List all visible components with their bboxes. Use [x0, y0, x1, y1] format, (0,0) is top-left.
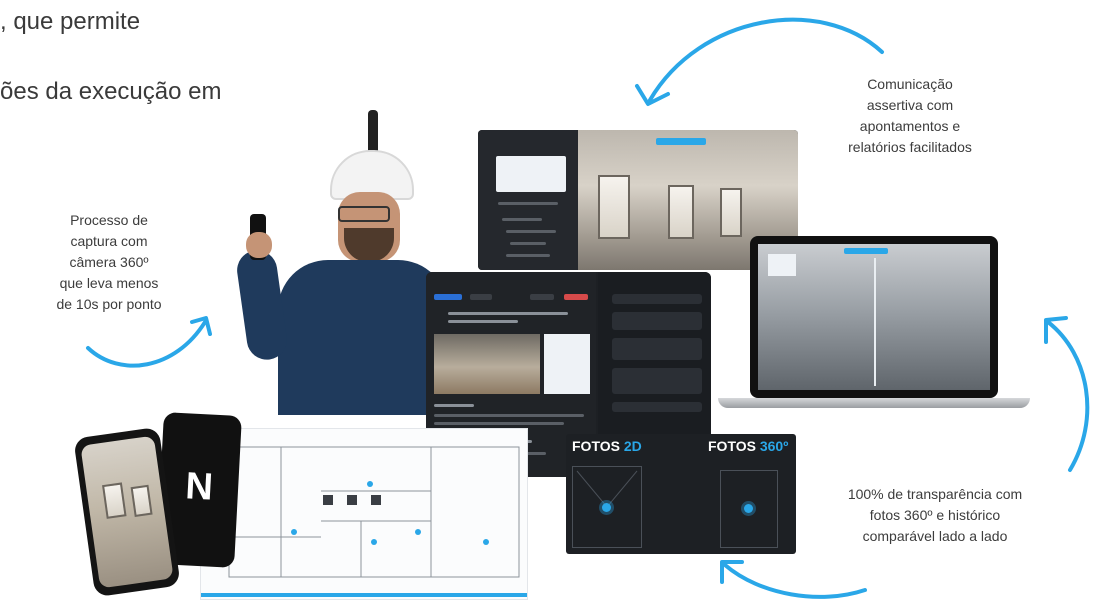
headline-line-1: , que permite	[0, 8, 141, 35]
caption-communication-line: relatórios facilitados	[848, 139, 972, 155]
raised-arm	[234, 247, 290, 363]
laptop-top-badge	[844, 248, 888, 254]
phone-panorama[interactable]	[80, 435, 174, 589]
capture-point[interactable]	[291, 529, 297, 535]
caption-communication: Comunicação assertiva com apontamentos e…	[810, 74, 1010, 158]
hand	[246, 232, 272, 258]
laptop-panel-divider	[874, 258, 876, 386]
arrow-left-head-icon	[190, 316, 212, 336]
issue-photo[interactable]	[434, 334, 540, 394]
fotos-360-point	[744, 504, 753, 513]
caption-capture: Processo de captura com câmera 360º que …	[24, 210, 194, 315]
fotos-2d-point	[602, 503, 611, 512]
fotos-2d-frame[interactable]	[572, 466, 642, 548]
laptop-base	[718, 398, 1030, 408]
laptop-panorama[interactable]	[758, 244, 990, 390]
floor-plan	[200, 428, 528, 600]
fotos-2d-prefix: FOTOS	[572, 438, 624, 454]
caption-capture-line: de 10s por ponto	[56, 296, 162, 312]
panorama-window	[720, 188, 742, 237]
viewer-top-badge	[656, 138, 706, 145]
headline-line-2: ões da execução em	[0, 78, 222, 105]
fotos-360-title: FOTOS 360º	[708, 438, 788, 454]
laptop-minimap	[768, 254, 796, 276]
issue-floorplan-mini	[544, 334, 590, 394]
capture-point[interactable]	[415, 529, 421, 535]
caption-transparency-line: comparável lado a lado	[862, 528, 1008, 544]
glasses	[338, 206, 390, 222]
arrow-right-head-icon	[1044, 316, 1068, 344]
plan-bottom-accent	[201, 593, 527, 597]
caption-communication-line: assertiva com	[866, 97, 954, 113]
capture-point[interactable]	[367, 481, 373, 487]
app-logo: N	[184, 465, 214, 509]
arrow-top-head-icon	[635, 84, 670, 106]
caption-capture-line: câmera 360º	[69, 254, 149, 270]
arrow-left-icon	[86, 320, 207, 368]
panorama-window	[598, 175, 630, 239]
caption-transparency: 100% de transparência com fotos 360º e h…	[815, 484, 1055, 547]
capture-point[interactable]	[483, 539, 489, 545]
fotos-360-accent: 360º	[759, 438, 789, 454]
caption-communication-line: Comunicação	[867, 76, 953, 92]
floorplan-thumbnail	[496, 156, 566, 192]
fotos-2d-title: FOTOS 2D	[572, 438, 642, 454]
capture-point[interactable]	[371, 539, 377, 545]
torso-shirt	[278, 260, 448, 415]
laptop	[718, 236, 1030, 414]
arrow-bottom-head-icon	[720, 560, 744, 584]
fotos-360-prefix: FOTOS	[708, 438, 760, 454]
panorama-window	[668, 185, 694, 239]
person-with-camera	[234, 110, 448, 415]
arrow-bottom-icon	[723, 563, 867, 599]
caption-capture-line: captura com	[70, 233, 148, 249]
arrow-right-icon	[1046, 320, 1090, 472]
caption-transparency-line: 100% de transparência com	[847, 486, 1023, 502]
fotos-360-frame[interactable]	[720, 470, 778, 548]
caption-capture-line: Processo de	[70, 212, 148, 228]
caption-capture-line: que leva menos	[59, 275, 159, 291]
caption-communication-line: apontamentos e	[859, 118, 961, 134]
viewer-sidebar	[478, 130, 579, 270]
fotos-2d-accent: 2D	[623, 438, 642, 454]
laptop-screen	[750, 236, 998, 398]
caption-transparency-line: fotos 360º e histórico	[869, 507, 1001, 523]
fotos-compare-panel: FOTOS 2D FOTOS 360º	[566, 434, 796, 554]
